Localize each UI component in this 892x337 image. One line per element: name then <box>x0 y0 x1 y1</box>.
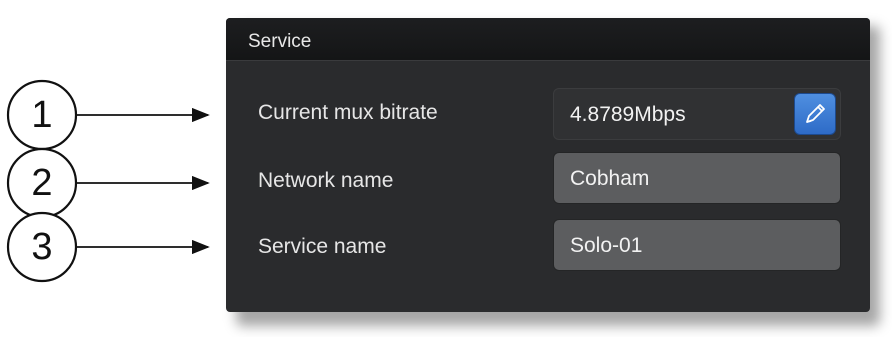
callout-number-2: 2 <box>31 162 53 204</box>
current-mux-bitrate-label: Current mux bitrate <box>258 101 438 124</box>
panel-title: Service <box>248 31 312 52</box>
annotated-screenshot: 1 2 3 Service Current mux bitrate 4.8789… <box>0 0 892 337</box>
network-name-label: Network name <box>258 169 394 192</box>
current-mux-bitrate-value: 4.8789Mbps <box>570 103 686 126</box>
service-name-label: Service name <box>258 235 387 258</box>
callout-number-3: 3 <box>31 226 53 268</box>
current-mux-bitrate-field: 4.8789Mbps <box>553 88 841 140</box>
network-name-input[interactable]: Cobham <box>553 152 841 204</box>
callout-number-1: 1 <box>31 94 53 136</box>
network-name-value: Cobham <box>570 167 650 190</box>
pencil-edit-icon <box>806 104 825 123</box>
edit-bitrate-button[interactable] <box>794 93 836 135</box>
service-panel: Service Current mux bitrate 4.8789Mbps N… <box>226 18 870 312</box>
service-name-input[interactable]: Solo-01 <box>553 219 841 271</box>
service-name-value: Solo-01 <box>570 234 643 257</box>
panel-header: Service <box>226 18 870 61</box>
